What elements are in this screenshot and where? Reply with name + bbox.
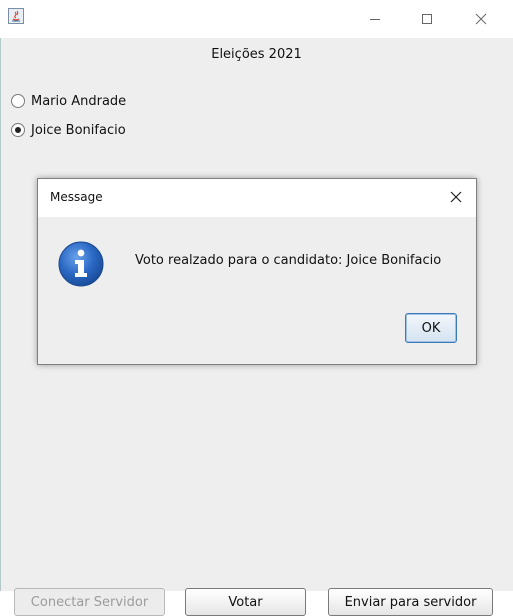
ok-button[interactable]: OK [405,313,457,343]
minimize-button[interactable] [352,0,398,38]
message-dialog: Message Voto realzado para o candidato: … [37,178,477,365]
dialog-close-button[interactable] [446,187,466,207]
candidate-label: Mario Andrade [31,93,127,109]
close-button[interactable] [458,0,504,38]
java-app-icon [8,8,24,24]
candidate-label: Joice Bonifacio [31,122,126,138]
maximize-button[interactable] [404,0,450,38]
vote-button[interactable]: Votar [185,588,306,616]
dialog-title: Message [50,190,103,204]
election-title: Eleições 2021 [211,47,302,62]
dialog-message: Voto realzado para o candidato: Joice Bo… [135,253,442,268]
radio-button-unchecked[interactable] [11,94,25,108]
window-edge [0,38,1,591]
info-icon [57,240,105,288]
dialog-title-bar[interactable]: Message [38,179,476,217]
candidate-radio-joice[interactable]: Joice Bonifacio [11,121,126,139]
main-window: Eleições 2021 Mario Andrade Joice Bonifa… [0,0,513,616]
maximize-icon [422,14,432,24]
close-icon [450,191,462,203]
send-to-server-button[interactable]: Enviar para servidor [328,588,493,616]
minimize-icon [370,19,380,20]
connect-server-button[interactable]: Conectar Servidor [14,588,165,616]
candidate-radio-mario[interactable]: Mario Andrade [11,92,126,110]
title-bar[interactable] [0,0,513,38]
close-icon [475,13,487,25]
radio-button-checked[interactable] [11,123,25,137]
